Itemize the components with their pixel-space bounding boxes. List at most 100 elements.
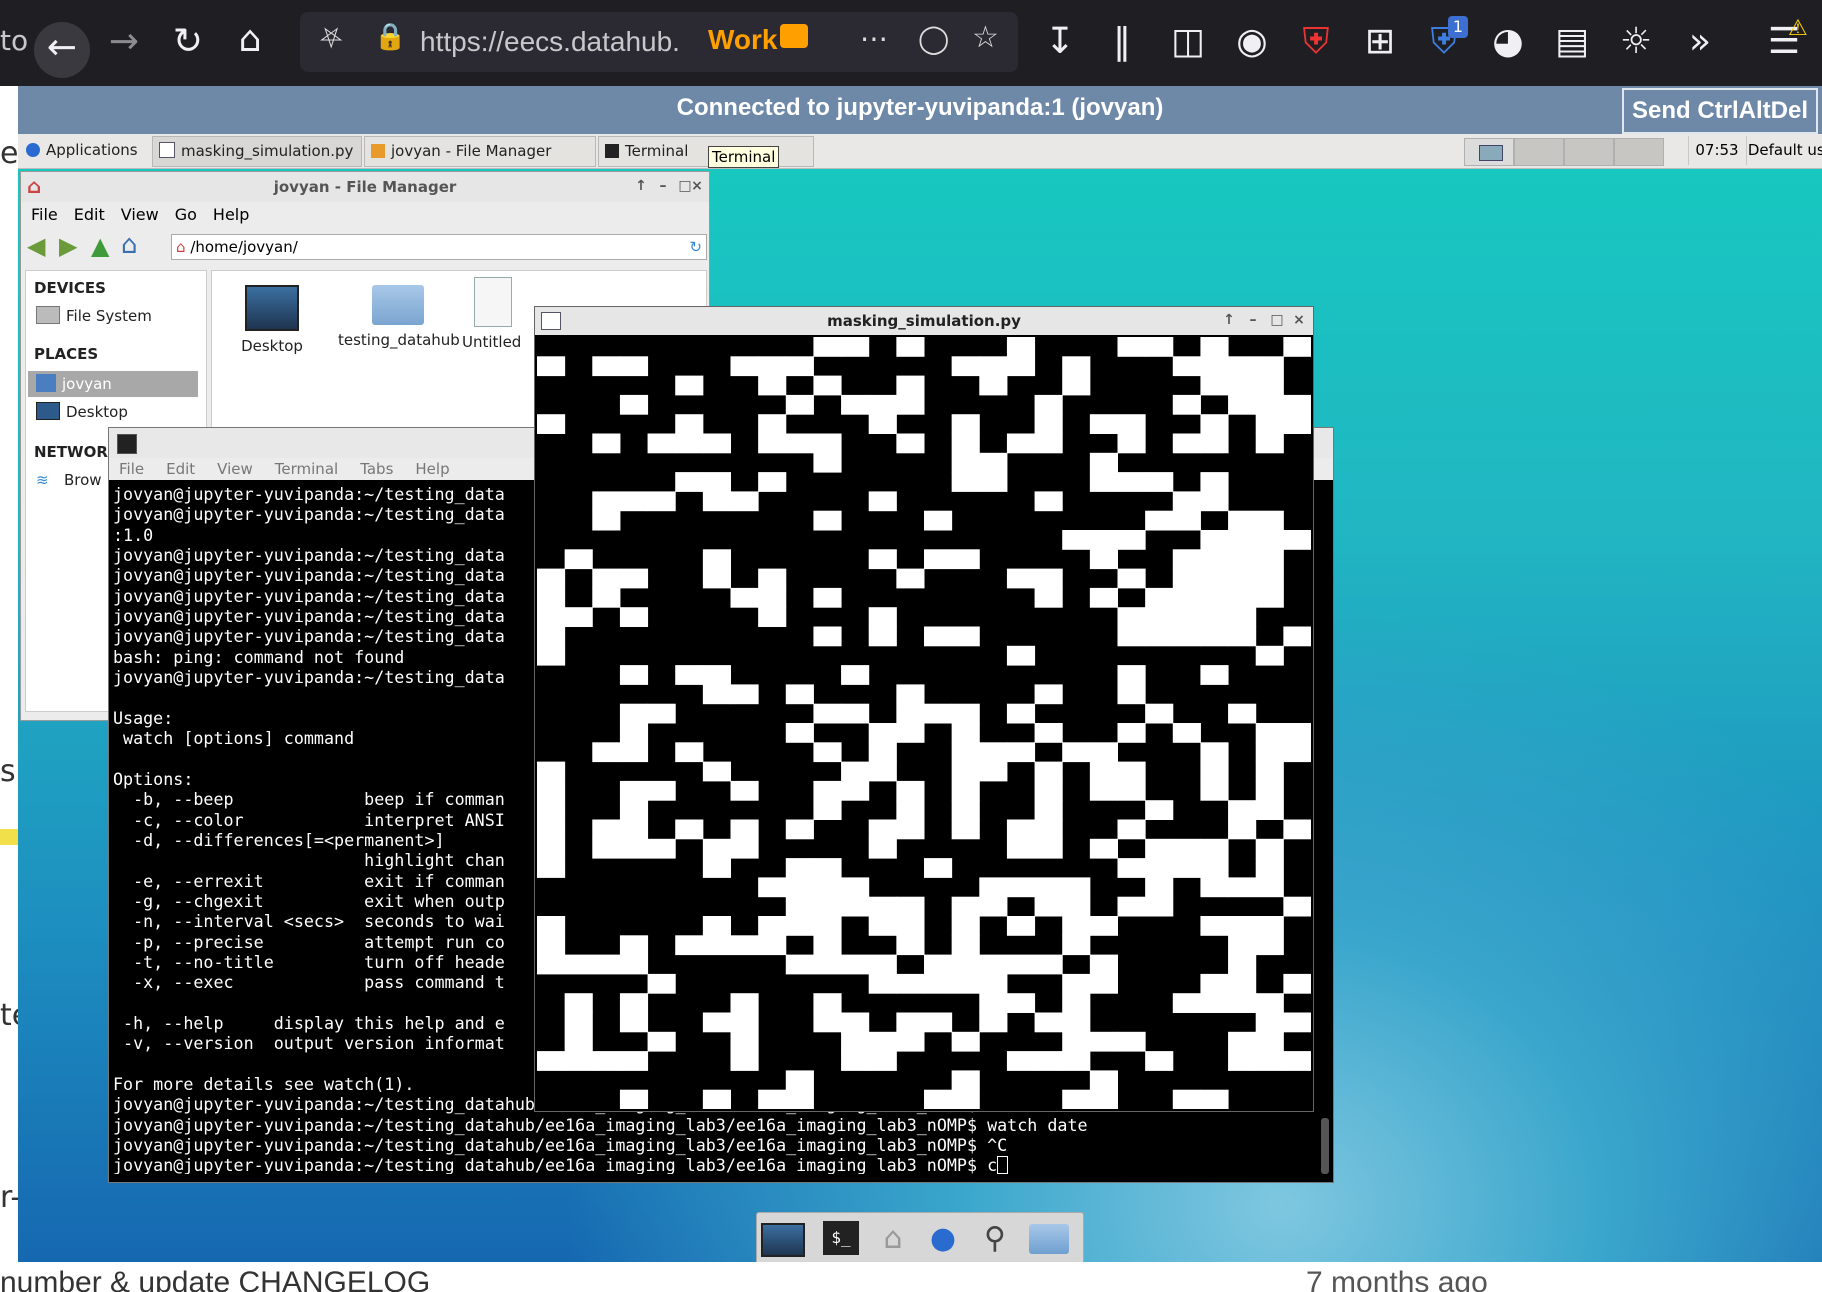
web-browser-icon[interactable]: ● [921, 1219, 965, 1259]
panel-clock[interactable]: 07:53 [1688, 136, 1745, 165]
workspace-2[interactable] [1514, 138, 1564, 166]
mask-cell [1255, 530, 1284, 550]
menu-edit[interactable]: Edit [166, 460, 195, 478]
vivaldi-like-icon[interactable]: ◕ [1484, 22, 1532, 62]
mask-cell [896, 973, 925, 994]
masking-simulation-titlebar[interactable]: masking_simulation.py ↑ – □ × [535, 307, 1313, 335]
back-arrow-icon[interactable]: ← [34, 22, 90, 78]
pocket-icon[interactable]: ◯ [918, 22, 949, 55]
menu-help[interactable]: Help [415, 460, 449, 478]
mask-cell [619, 394, 649, 415]
maximize-icon[interactable]: □ [1269, 312, 1285, 328]
menu-edit[interactable]: Edit [74, 205, 105, 224]
menu-view[interactable]: View [121, 205, 159, 224]
sidebar-item-jovyan[interactable]: jovyan [28, 371, 198, 397]
mask-cell [813, 877, 842, 898]
applications-menu-button[interactable]: Applications [20, 136, 148, 165]
menu-terminal[interactable]: Terminal [275, 460, 338, 478]
app-finder-icon[interactable]: ⚲ [973, 1219, 1017, 1259]
task-masking-simulation[interactable]: masking_simulation.py [152, 136, 362, 167]
files-folder-icon[interactable] [1027, 1219, 1071, 1259]
close-icon[interactable]: × [1291, 312, 1307, 328]
extensions-grid-icon[interactable]: ⊞ [1356, 22, 1404, 62]
menu-file[interactable]: File [31, 205, 58, 224]
shade-icon[interactable]: ↑ [633, 178, 649, 194]
download-icon[interactable]: ↧ [1036, 22, 1084, 62]
shade-icon[interactable]: ↑ [1221, 312, 1237, 328]
menu-help[interactable]: Help [213, 205, 249, 224]
mask-cell [785, 896, 814, 917]
mask-cell [1255, 1051, 1284, 1071]
more-actions-icon[interactable]: ⋯ [860, 22, 888, 55]
task-terminal[interactable]: Terminal [598, 136, 814, 167]
mask-cell [1255, 858, 1284, 878]
menu-go[interactable]: Go [175, 205, 197, 224]
location-bar[interactable]: ⌂ /home/jovyan/ ↻ [171, 234, 707, 260]
account-icon[interactable]: ◉ [1228, 22, 1276, 62]
minimize-icon[interactable]: – [655, 178, 671, 194]
tracking-shield-icon[interactable]: ⛧ [320, 22, 342, 56]
file-item-desktop[interactable]: Desktop [212, 285, 332, 355]
mask-cell [1283, 723, 1311, 743]
file-item-untitled[interactable]: Untitled [462, 277, 542, 351]
sidebar-item-desktop[interactable]: Desktop [36, 399, 204, 425]
mask-cell [979, 1012, 1008, 1033]
forward-arrow-icon[interactable]: → [100, 22, 148, 62]
close-icon[interactable]: × [689, 178, 705, 194]
home-icon[interactable]: ⌂ [226, 20, 274, 60]
panel-user[interactable]: Default user [1746, 136, 1822, 165]
forward-icon[interactable]: ▶ [59, 232, 77, 260]
workspace-4[interactable] [1614, 138, 1664, 166]
commit-time: 7 months ago [1306, 1266, 1488, 1292]
terminal-scrollbar[interactable] [1321, 1118, 1329, 1174]
bookmark-star-icon[interactable]: ☆ [972, 20, 999, 55]
workspace-3[interactable] [1564, 138, 1614, 166]
ublock-icon[interactable]: ⛨ [1292, 22, 1340, 62]
url-bar[interactable]: ⛧ 🔒 https://eecs.datahub. Work ⋯ ◯ ☆ [300, 12, 1018, 72]
menu-view[interactable]: View [217, 460, 253, 478]
mask-cell [1200, 587, 1229, 608]
mask-cell [619, 568, 649, 589]
mask-cell [730, 935, 759, 956]
underlying-page-commit-row: number & update CHANGELOG 7 months ago [0, 1262, 1822, 1292]
mask-cell [1089, 549, 1118, 570]
home-folder-icon[interactable]: ⌂ [871, 1219, 915, 1259]
sidebar-icon[interactable]: ◫ [1164, 22, 1212, 62]
back-icon[interactable]: ◀ [27, 232, 45, 260]
window-icon [541, 312, 561, 330]
mask-cell [1283, 819, 1311, 840]
mask-cell [564, 954, 593, 975]
file-item-testing-datahub[interactable]: testing_datahub [338, 285, 460, 349]
task-file-manager[interactable]: jovyan - File Manager [364, 136, 596, 167]
mask-cell [1172, 607, 1201, 627]
up-icon[interactable]: ▲ [91, 232, 109, 260]
mask-cell [1089, 414, 1118, 434]
send-ctrl-alt-del-button[interactable]: Send CtrlAltDel [1622, 88, 1818, 134]
privacy-badger-icon[interactable]: ☼ [1612, 22, 1660, 62]
sidebar-item-file-system[interactable]: File System [36, 303, 204, 329]
file-manager-titlebar[interactable]: ⌂ jovyan - File Manager ↑ – □ × [21, 172, 709, 202]
reload-icon[interactable]: ↻ [164, 22, 212, 62]
mask-cell [1145, 510, 1174, 531]
mask-cell [785, 433, 814, 454]
refresh-icon[interactable]: ↻ [689, 235, 702, 259]
menu-file[interactable]: File [119, 460, 144, 478]
mask-cell [1200, 916, 1229, 936]
mask-cell [1200, 568, 1229, 589]
library-icon[interactable]: ‖ [1098, 22, 1146, 62]
mask-cell [1062, 935, 1091, 956]
lock-icon[interactable]: 🔒 [374, 22, 406, 52]
terminal-icon[interactable]: $_ [819, 1219, 863, 1259]
fence-icon[interactable]: ▤ [1548, 22, 1596, 62]
workspace-1[interactable] [1464, 138, 1514, 166]
briefcase-icon [780, 24, 808, 48]
mask-cell [1145, 626, 1174, 647]
menu-tabs[interactable]: Tabs [360, 460, 393, 478]
mask-cell [592, 491, 621, 512]
show-desktop-icon[interactable] [761, 1219, 805, 1259]
minimize-icon[interactable]: – [1245, 312, 1261, 328]
overflow-chevron-icon[interactable]: » [1676, 22, 1724, 62]
home-icon[interactable]: ⌂ [121, 230, 138, 260]
commit-message[interactable]: number & update CHANGELOG [0, 1266, 430, 1292]
container-label[interactable]: Work [708, 24, 778, 56]
